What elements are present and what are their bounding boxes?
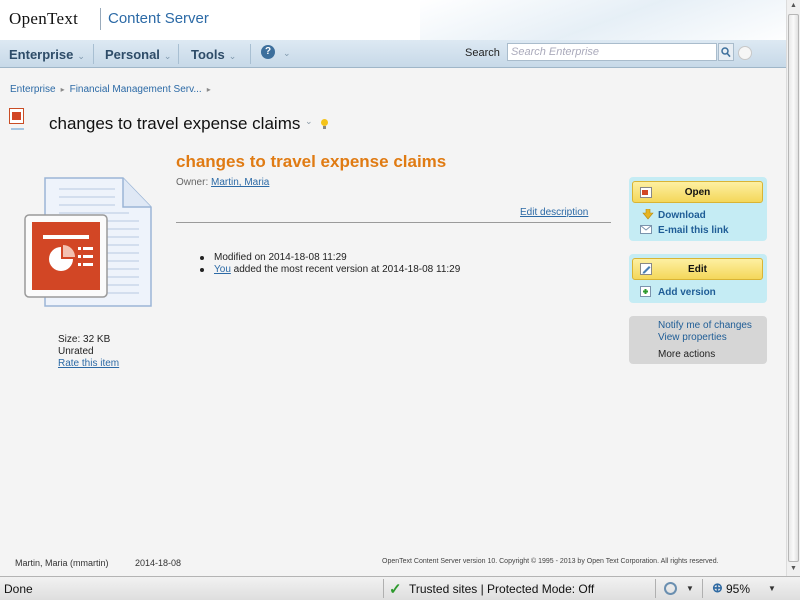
open-actions-panel: Open Download E-mail this link <box>629 177 767 241</box>
version-text: added the most recent version at 2014-18… <box>233 264 461 275</box>
page-title: changes to travel expense claims <box>49 114 301 133</box>
breadcrumb: Enterprise ▸ Financial Management Serv... ▸ <box>10 84 216 95</box>
view-properties-link[interactable]: View properties <box>658 332 727 343</box>
edit-button[interactable]: Edit <box>632 258 763 280</box>
open-button[interactable]: Open <box>632 181 763 203</box>
search-label: Search <box>465 47 500 59</box>
zoom-icon[interactable]: ⊕ <box>712 580 723 596</box>
divider <box>176 222 611 223</box>
breadcrumb-financial-management[interactable]: Financial Management Serv... <box>70 84 202 95</box>
search-button[interactable] <box>718 43 734 61</box>
size-label: Size: <box>58 334 81 345</box>
size-value: 32 KB <box>83 334 111 345</box>
nav-bar: Enterprise ⌄ Personal ⌄ Tools ⌄ ? ⌄ Search <box>0 40 786 68</box>
browser-status-bar: Done ✓ Trusted sites | Protected Mode: O… <box>0 576 800 600</box>
chevron-down-icon: ⌄ <box>163 51 172 61</box>
powerpoint-file-icon <box>9 108 24 124</box>
version-info-list: Modified on 2014-18-08 11:29 You added t… <box>198 252 460 276</box>
nav-menu-personal[interactable]: Personal ⌄ <box>105 47 171 62</box>
item-menu-chevron-icon[interactable]: ⌄ <box>305 116 313 127</box>
file-icon-underline <box>11 128 24 130</box>
logo-divider <box>100 8 101 30</box>
checkmark-icon: ✓ <box>389 581 402 598</box>
nav-menu-enterprise[interactable]: Enterprise ⌄ <box>9 47 85 62</box>
security-zone[interactable]: Trusted sites | Protected Mode: Off <box>409 582 594 596</box>
download-link[interactable]: Download <box>658 210 706 221</box>
edit-description-link[interactable]: Edit description <box>520 207 588 218</box>
document-name: changes to travel expense claims <box>176 152 447 171</box>
lightbulb-icon[interactable] <box>321 119 328 129</box>
modified-text: Modified on 2014-18-08 11:29 <box>214 252 347 263</box>
download-icon <box>642 209 654 220</box>
edit-actions-panel: Edit Add version <box>629 254 767 303</box>
chevron-down-icon[interactable]: ▼ <box>686 584 694 593</box>
notify-changes-link[interactable]: Notify me of changes <box>658 320 752 331</box>
opentext-logo: OpenText <box>9 9 79 28</box>
owner-link[interactable]: Martin, Maria <box>211 177 269 188</box>
nav-menu-personal-label: Personal <box>105 47 160 62</box>
add-version-icon <box>640 286 651 297</box>
more-actions-menu[interactable]: More actions <box>658 349 715 360</box>
brand-bar: OpenText Content Server <box>0 0 800 40</box>
nav-divider <box>93 44 94 64</box>
email-link[interactable]: E-mail this link <box>658 225 729 236</box>
status-divider <box>655 579 656 598</box>
scroll-up-icon[interactable]: ▲ <box>790 2 797 9</box>
nav-divider <box>178 44 179 64</box>
owner-label: Owner: <box>176 177 209 188</box>
header-decoration <box>420 0 800 40</box>
scrollbar-thumb[interactable] <box>788 14 799 562</box>
powerpoint-document-icon <box>24 177 152 307</box>
chevron-down-icon[interactable]: ▼ <box>768 584 776 593</box>
version-user-link[interactable]: You <box>214 264 231 275</box>
product-name: Content Server <box>108 10 209 27</box>
breadcrumb-arrow-icon: ▸ <box>60 85 65 94</box>
list-item: Modified on 2014-18-08 11:29 <box>198 252 460 264</box>
email-icon <box>640 225 652 234</box>
zoom-level[interactable]: 95% <box>726 582 750 596</box>
vertical-scrollbar[interactable]: ▲ ▼ <box>786 0 800 576</box>
advanced-search-icon[interactable] <box>738 46 752 60</box>
more-actions-panel: Notify me of changes View properties Mor… <box>629 316 767 364</box>
chevron-down-icon: ⌄ <box>228 51 237 61</box>
search-icon <box>721 47 731 58</box>
open-button-label: Open <box>684 187 711 198</box>
status-divider <box>702 579 703 598</box>
search-input[interactable] <box>507 43 717 61</box>
nav-divider <box>250 44 251 64</box>
list-item: You added the most recent version at 201… <box>198 264 460 276</box>
edit-button-label: Edit <box>688 264 707 275</box>
file-size: Size: 32 KB <box>58 334 110 345</box>
nav-menu-tools-label: Tools <box>191 47 225 62</box>
rate-item-link[interactable]: Rate this item <box>58 358 119 369</box>
nav-menu-enterprise-label: Enterprise <box>9 47 74 62</box>
status-divider <box>383 579 384 598</box>
chevron-down-icon[interactable]: ⌄ <box>283 48 291 59</box>
footer-date: 2014-18-08 <box>135 558 182 568</box>
help-icon[interactable]: ? <box>261 45 275 59</box>
add-version-link[interactable]: Add version <box>658 287 716 298</box>
breadcrumb-enterprise[interactable]: Enterprise <box>10 84 56 95</box>
globe-icon[interactable] <box>664 582 677 595</box>
rating-status: Unrated <box>58 346 94 357</box>
status-text: Done <box>4 582 33 596</box>
nav-menu-tools[interactable]: Tools ⌄ <box>191 47 236 62</box>
breadcrumb-arrow-icon: ▸ <box>206 85 211 94</box>
footer-copyright: OpenText Content Server version 10. Copy… <box>382 558 719 565</box>
footer-user: Martin, Maria (mmartin) <box>15 558 109 568</box>
scroll-down-icon[interactable]: ▼ <box>790 565 797 572</box>
owner-line: Owner: Martin, Maria <box>176 177 269 188</box>
chevron-down-icon: ⌄ <box>77 51 85 61</box>
